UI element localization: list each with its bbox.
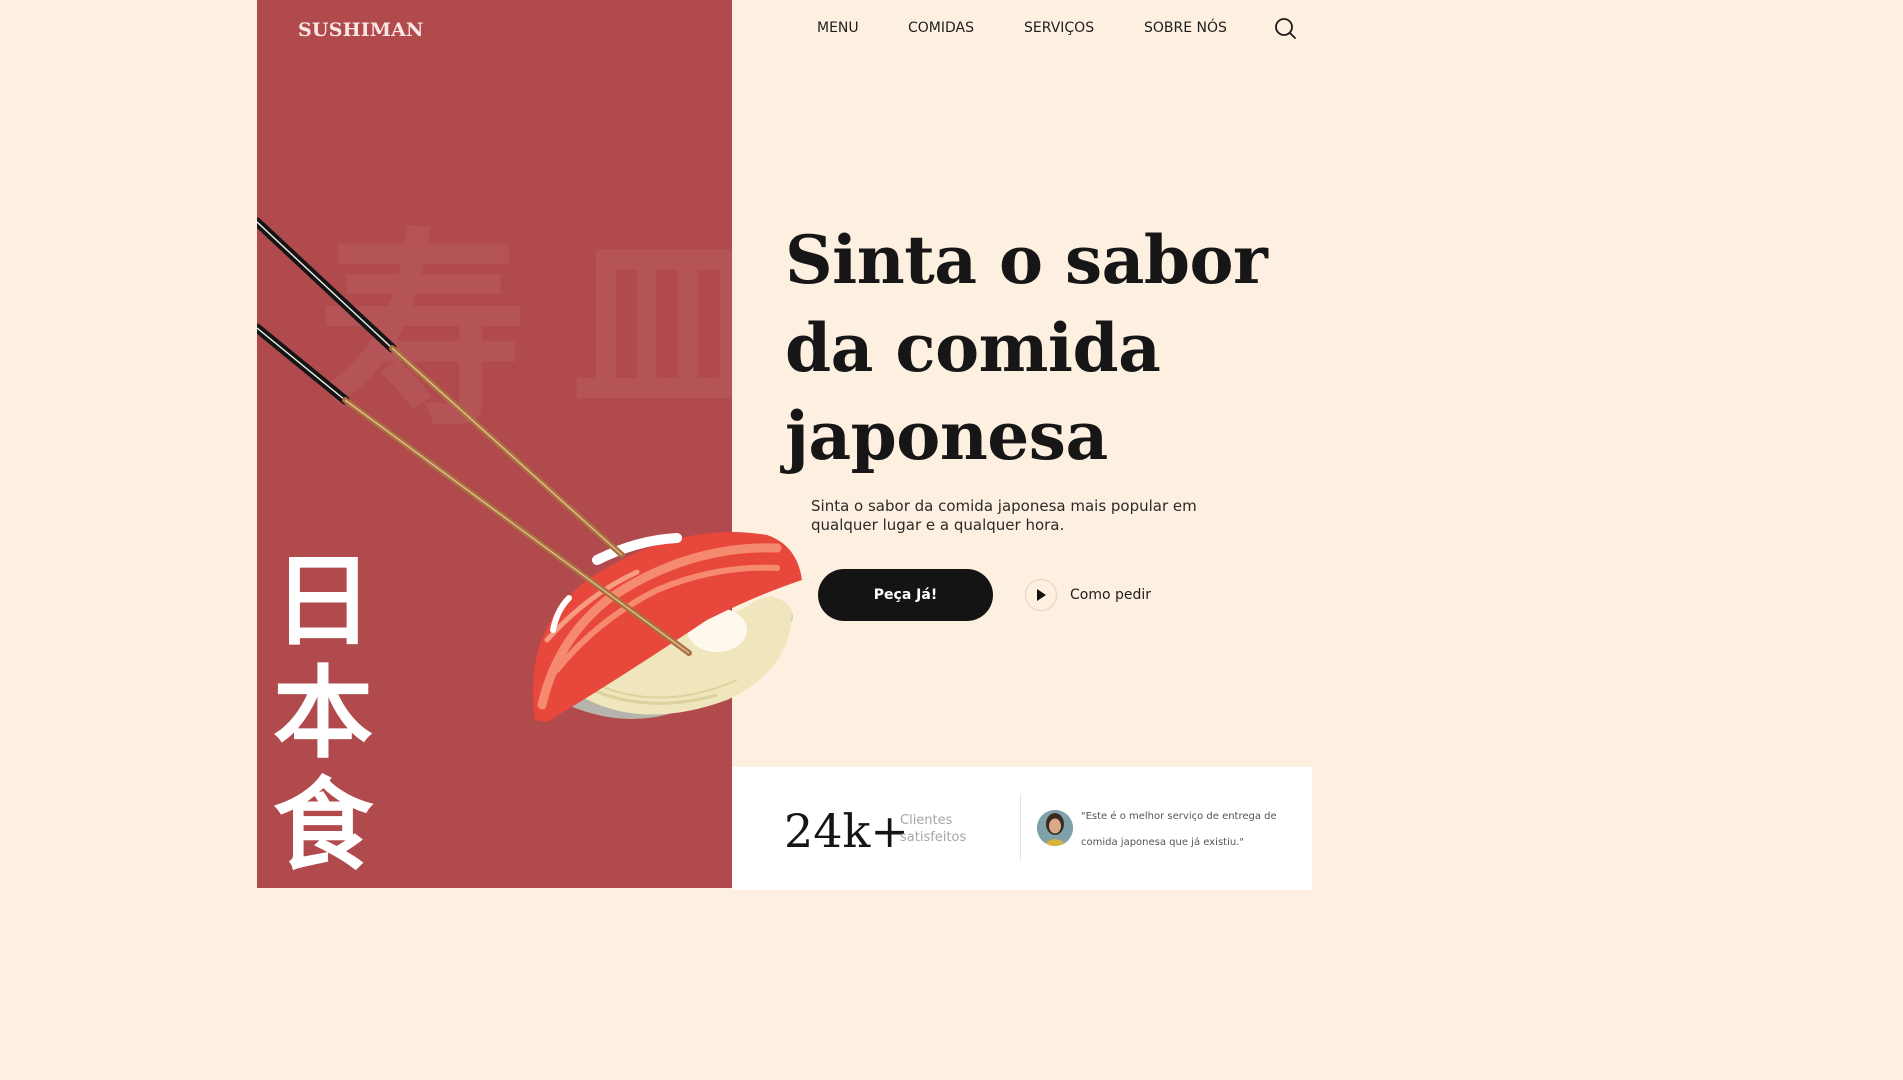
kanji-char: 日 <box>273 543 373 660</box>
hero-title: Sinta o sabor da comida japonesa <box>785 216 1285 480</box>
vertical-kanji: 日 本 食 <box>271 546 375 882</box>
play-icon[interactable] <box>1025 579 1057 611</box>
hero-description: Sinta o sabor da comida japonesa mais po… <box>811 497 1197 534</box>
kanji-char: 食 <box>273 767 373 884</box>
nav-item-menu[interactable]: MENU <box>817 20 859 36</box>
customers-label: Clientes satisfeitos <box>900 813 967 845</box>
kanji-char: 本 <box>273 655 373 772</box>
hero-title-line: Sinta o sabor <box>785 221 1268 299</box>
stats-divider <box>1020 794 1021 861</box>
how-to-order-link[interactable]: Como pedir <box>1070 587 1151 603</box>
order-now-button[interactable]: Peça Já! <box>818 569 993 621</box>
search-icon[interactable] <box>1272 16 1298 42</box>
nav-item-sobre-nos[interactable]: SOBRE NÓS <box>1144 20 1227 36</box>
hero-title-line: da comida <box>785 309 1161 387</box>
testimonial-quote: "Este é o melhor serviço de entrega de c… <box>1081 811 1277 848</box>
hero-title-line: japonesa <box>785 397 1108 475</box>
customers-count: 24k+ <box>784 804 909 858</box>
nav-item-servicos[interactable]: SERVIÇOS <box>1024 20 1094 36</box>
nav-item-comidas[interactable]: COMIDAS <box>908 20 974 36</box>
avatar <box>1037 810 1073 846</box>
main-nav: MENU COMIDAS SERVIÇOS SOBRE NÓS <box>0 0 1568 60</box>
